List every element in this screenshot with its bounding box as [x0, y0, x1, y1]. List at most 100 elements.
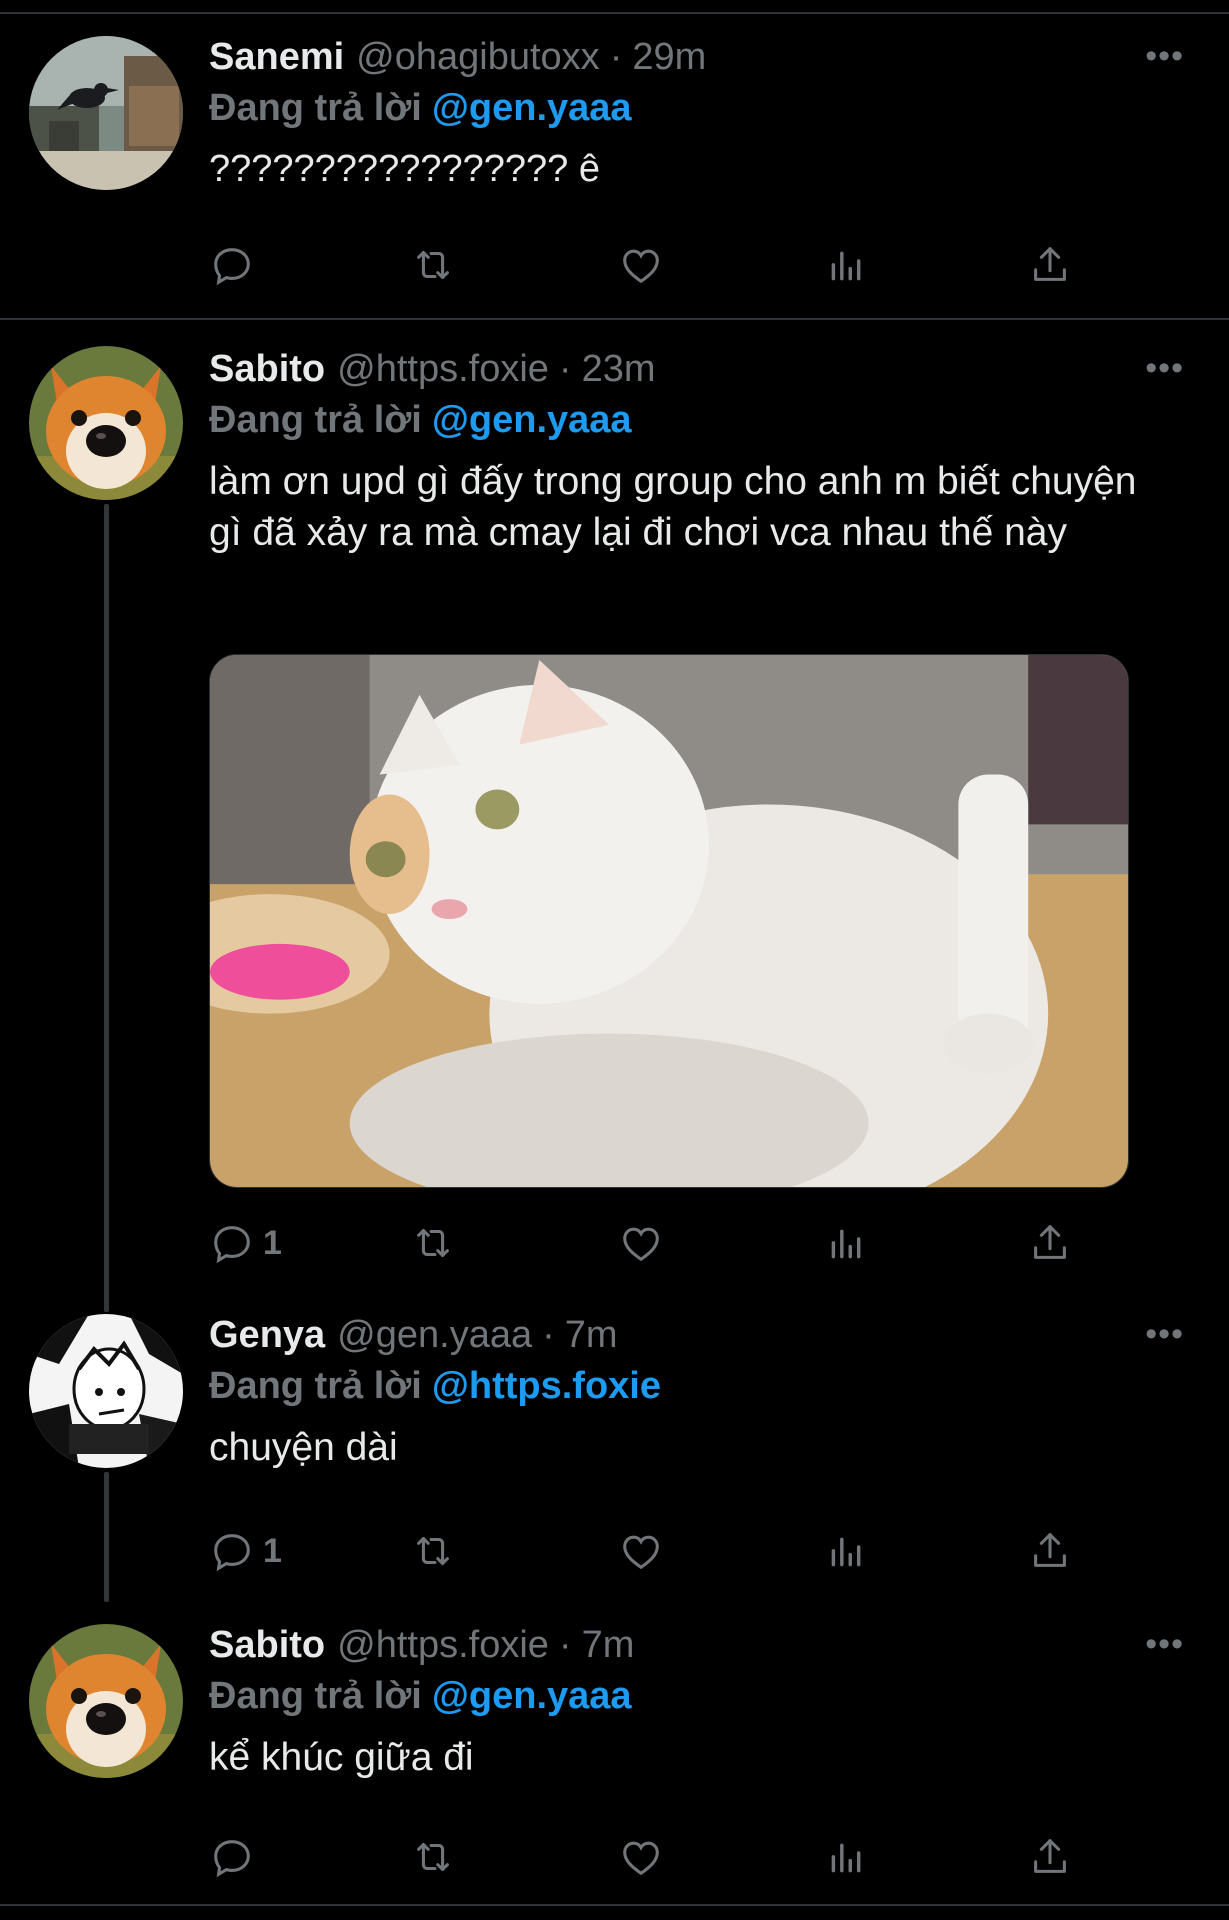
action-bar	[209, 1832, 1089, 1882]
like-button[interactable]	[618, 240, 664, 290]
tweet-header: Sabito @https.foxie · 23m	[209, 344, 1229, 394]
avatar[interactable]	[29, 1624, 183, 1778]
heart-icon	[623, 1841, 659, 1876]
retweet-icon	[417, 1843, 449, 1871]
reply-icon	[214, 1840, 250, 1878]
tweet-text: ????????????????? ê	[209, 148, 600, 190]
heart-icon	[623, 1227, 659, 1262]
reply-button[interactable]	[209, 240, 263, 290]
like-button[interactable]	[618, 1218, 664, 1268]
share-icon	[1034, 1839, 1066, 1873]
like-button[interactable]	[618, 1832, 664, 1882]
timestamp[interactable]: 23m	[582, 344, 656, 394]
top-divider	[0, 0, 1229, 14]
share-button[interactable]	[1027, 1832, 1073, 1882]
separator-dot: ·	[609, 36, 623, 78]
display-name[interactable]: Genya	[209, 1310, 325, 1360]
retweet-icon	[417, 1229, 449, 1257]
tweet-header: Sabito @https.foxie · 7m	[209, 1620, 1229, 1670]
replying-to-link[interactable]: @gen.yaaa	[432, 399, 632, 441]
heart-icon	[623, 1535, 659, 1570]
display-name[interactable]: Sabito	[209, 1620, 325, 1670]
reply-button[interactable]: 1	[209, 1218, 282, 1268]
reply-button[interactable]	[209, 1832, 263, 1882]
user-handle[interactable]: @https.foxie	[337, 344, 549, 394]
share-icon	[1034, 247, 1066, 281]
tweet-header: Genya @gen.yaaa · 7m	[209, 1310, 1229, 1360]
action-bar: 1	[209, 1526, 1089, 1576]
replying-to-link[interactable]: @gen.yaaa	[432, 1675, 632, 1717]
views-icon	[831, 1843, 861, 1873]
tweet-sanemi[interactable]: ••• Sanemi @ohagibutoxx · 29m Đang trả l…	[0, 16, 1229, 320]
replying-label: Đang trả lời	[209, 87, 422, 129]
separator-dot: ·	[558, 348, 572, 390]
thread-connector	[104, 504, 109, 1296]
tweet-thread: ••• Sanemi @ohagibutoxx · 29m Đang trả l…	[0, 0, 1229, 1920]
tweet-sabito-1[interactable]: ••• Sabito @https.foxie · 23m Đang trả l…	[0, 322, 1229, 1296]
replying-label: Đang trả lời	[209, 399, 422, 441]
views-icon	[831, 1229, 861, 1259]
replying-to-link[interactable]: @https.foxie	[432, 1365, 661, 1407]
timestamp[interactable]: 7m	[565, 1310, 618, 1360]
tweet-text: kể khúc giữa đi	[209, 1736, 474, 1779]
tweet-text: chuyện dài	[209, 1426, 398, 1469]
fox-avatar-image	[29, 1624, 183, 1778]
heart-icon	[623, 249, 659, 284]
views-icon	[831, 1537, 861, 1567]
avatar[interactable]	[29, 346, 183, 500]
views-button[interactable]	[824, 1832, 870, 1882]
replying-label: Đang trả lời	[209, 1365, 422, 1407]
share-icon	[1034, 1533, 1066, 1567]
views-button[interactable]	[824, 240, 870, 290]
replying-to: Đang trả lời @https.foxie	[209, 1360, 1229, 1412]
user-handle[interactable]: @gen.yaaa	[337, 1310, 532, 1360]
reply-icon	[214, 1534, 250, 1572]
retweet-button[interactable]	[410, 1218, 456, 1268]
views-button[interactable]	[824, 1526, 870, 1576]
display-name[interactable]: Sanemi	[209, 32, 344, 82]
fox-avatar-image	[29, 346, 183, 500]
views-icon	[831, 251, 861, 281]
timestamp[interactable]: 29m	[632, 32, 706, 82]
replying-to-link[interactable]: @gen.yaaa	[432, 87, 632, 129]
action-bar: 1	[209, 1218, 1089, 1268]
reply-count: 1	[263, 1531, 282, 1570]
separator-dot: ·	[558, 1624, 572, 1666]
retweet-button[interactable]	[410, 1526, 456, 1576]
tweet-genya[interactable]: ••• Genya @gen.yaaa · 7m Đang trả lời @ht…	[0, 1290, 1229, 1602]
reply-icon	[214, 1226, 250, 1264]
user-handle[interactable]: @ohagibutoxx	[356, 32, 600, 82]
cat-photo	[210, 655, 1128, 1187]
tweet-text: làm ơn upd gì đấy trong group cho anh m …	[209, 460, 1137, 554]
crow-avatar-image	[29, 36, 183, 190]
replying-to: Đang trả lời @gen.yaaa	[209, 1670, 1229, 1722]
retweet-button[interactable]	[410, 240, 456, 290]
avatar[interactable]	[29, 36, 183, 190]
like-button[interactable]	[618, 1526, 664, 1576]
display-name[interactable]: Sabito	[209, 344, 325, 394]
retweet-icon	[417, 251, 449, 279]
timestamp[interactable]: 7m	[582, 1620, 635, 1670]
replying-to: Đang trả lời @gen.yaaa	[209, 82, 1229, 134]
tweet-header: Sanemi @ohagibutoxx · 29m	[209, 32, 1229, 82]
action-bar	[209, 240, 1089, 290]
views-button[interactable]	[824, 1218, 870, 1268]
retweet-button[interactable]	[410, 1832, 456, 1882]
share-button[interactable]	[1027, 1526, 1073, 1576]
share-button[interactable]	[1027, 240, 1073, 290]
share-button[interactable]	[1027, 1218, 1073, 1268]
tweet-sabito-2[interactable]: ••• Sabito @https.foxie · 7m Đang trả lờ…	[0, 1598, 1229, 1906]
thread-connector-top	[104, 1290, 109, 1312]
reply-icon	[214, 248, 250, 286]
share-icon	[1034, 1225, 1066, 1259]
replying-label: Đang trả lời	[209, 1675, 422, 1717]
user-handle[interactable]: @https.foxie	[337, 1620, 549, 1670]
retweet-icon	[417, 1537, 449, 1565]
separator-dot: ·	[542, 1314, 555, 1356]
replying-to: Đang trả lời @gen.yaaa	[209, 394, 1229, 446]
thread-connector	[104, 1472, 109, 1602]
avatar[interactable]	[29, 1314, 183, 1468]
reply-count: 1	[263, 1223, 282, 1262]
reply-button[interactable]: 1	[209, 1526, 282, 1576]
tweet-media[interactable]	[209, 654, 1129, 1188]
